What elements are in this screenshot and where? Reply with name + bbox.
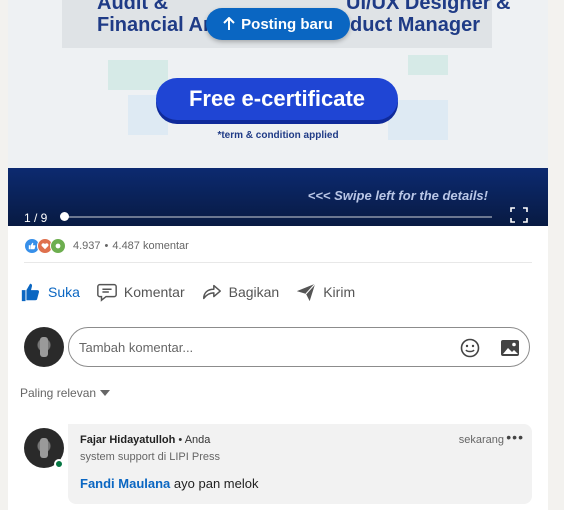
slide-decoration [408, 55, 448, 75]
divider [24, 262, 532, 263]
comment-timestamp: sekarang [458, 434, 504, 446]
carousel-progress-handle[interactable] [60, 212, 69, 221]
action-bar: Suka Komentar Bagikan Kirim [20, 276, 371, 308]
comment-author-headline: system support di LIPI Press [80, 451, 220, 463]
comment-mention[interactable]: Fandi Maulana [80, 476, 170, 491]
new-posts-button[interactable]: Posting baru [206, 8, 350, 40]
online-status-indicator [54, 459, 64, 469]
comment-icon [97, 283, 117, 302]
chevron-down-icon [100, 390, 111, 396]
share-icon [202, 284, 221, 300]
comment-count[interactable]: 4.487 komentar [112, 240, 188, 252]
comment-body: ayo pan melok [170, 476, 259, 491]
reaction-count[interactable]: 4.937 [73, 240, 101, 252]
send-icon [297, 283, 316, 302]
emoji-icon[interactable] [460, 338, 480, 358]
comment-button[interactable]: Komentar [96, 281, 185, 303]
page-counter: 1 / 9 [24, 211, 48, 225]
share-button[interactable]: Bagikan [201, 281, 280, 303]
celebrate-reaction-icon [50, 238, 66, 254]
like-label: Suka [48, 284, 80, 300]
sort-dropdown[interactable]: Paling relevan [20, 386, 111, 400]
cta-note: *term & condition applied [217, 130, 339, 141]
free-certificate-banner: Free e-certificate [156, 78, 398, 120]
new-posts-label: Posting baru [241, 15, 333, 33]
carousel-progress-track[interactable] [64, 216, 492, 218]
slide-title-left-1: Audit & [97, 0, 169, 14]
comment-label: Komentar [123, 284, 185, 300]
current-user-avatar[interactable] [24, 327, 64, 367]
slide-decoration [108, 60, 168, 90]
separator: • [104, 240, 109, 252]
swipe-hint: <<< Swipe left for the details! [307, 188, 488, 203]
like-button[interactable]: Suka [20, 281, 80, 303]
social-counts[interactable]: 4.937 • 4.487 komentar [24, 238, 189, 254]
comment-more-options-button[interactable]: ••• [506, 429, 524, 445]
send-button[interactable]: Kirim [295, 281, 355, 303]
comment-placeholder: Tambah komentar... [79, 339, 194, 355]
arrow-up-icon [223, 17, 235, 30]
comment-author-line: Fajar Hidayatulloh • Anda [80, 434, 210, 446]
comment-relation: • Anda [178, 434, 211, 446]
slide-title-right-1: UI/UX Designer & [346, 0, 511, 14]
fullscreen-icon[interactable] [510, 207, 528, 223]
sort-label: Paling relevan [20, 386, 97, 400]
comment-item: Fajar Hidayatulloh • Anda system support… [68, 424, 532, 504]
image-icon[interactable] [500, 338, 520, 358]
comment-author[interactable]: Fajar Hidayatulloh [80, 434, 175, 446]
slide-title-left-2: Financial An [97, 14, 216, 36]
share-label: Bagikan [228, 284, 280, 300]
slide-title-right-2: roduct Manager [330, 14, 481, 36]
comment-text: Fandi Maulana ayo pan melok [80, 476, 258, 491]
feed-post-card: Audit & Financial An UI/UX Designer & ro… [8, 0, 548, 510]
thumbs-up-icon [21, 283, 40, 302]
send-label: Kirim [323, 284, 356, 300]
